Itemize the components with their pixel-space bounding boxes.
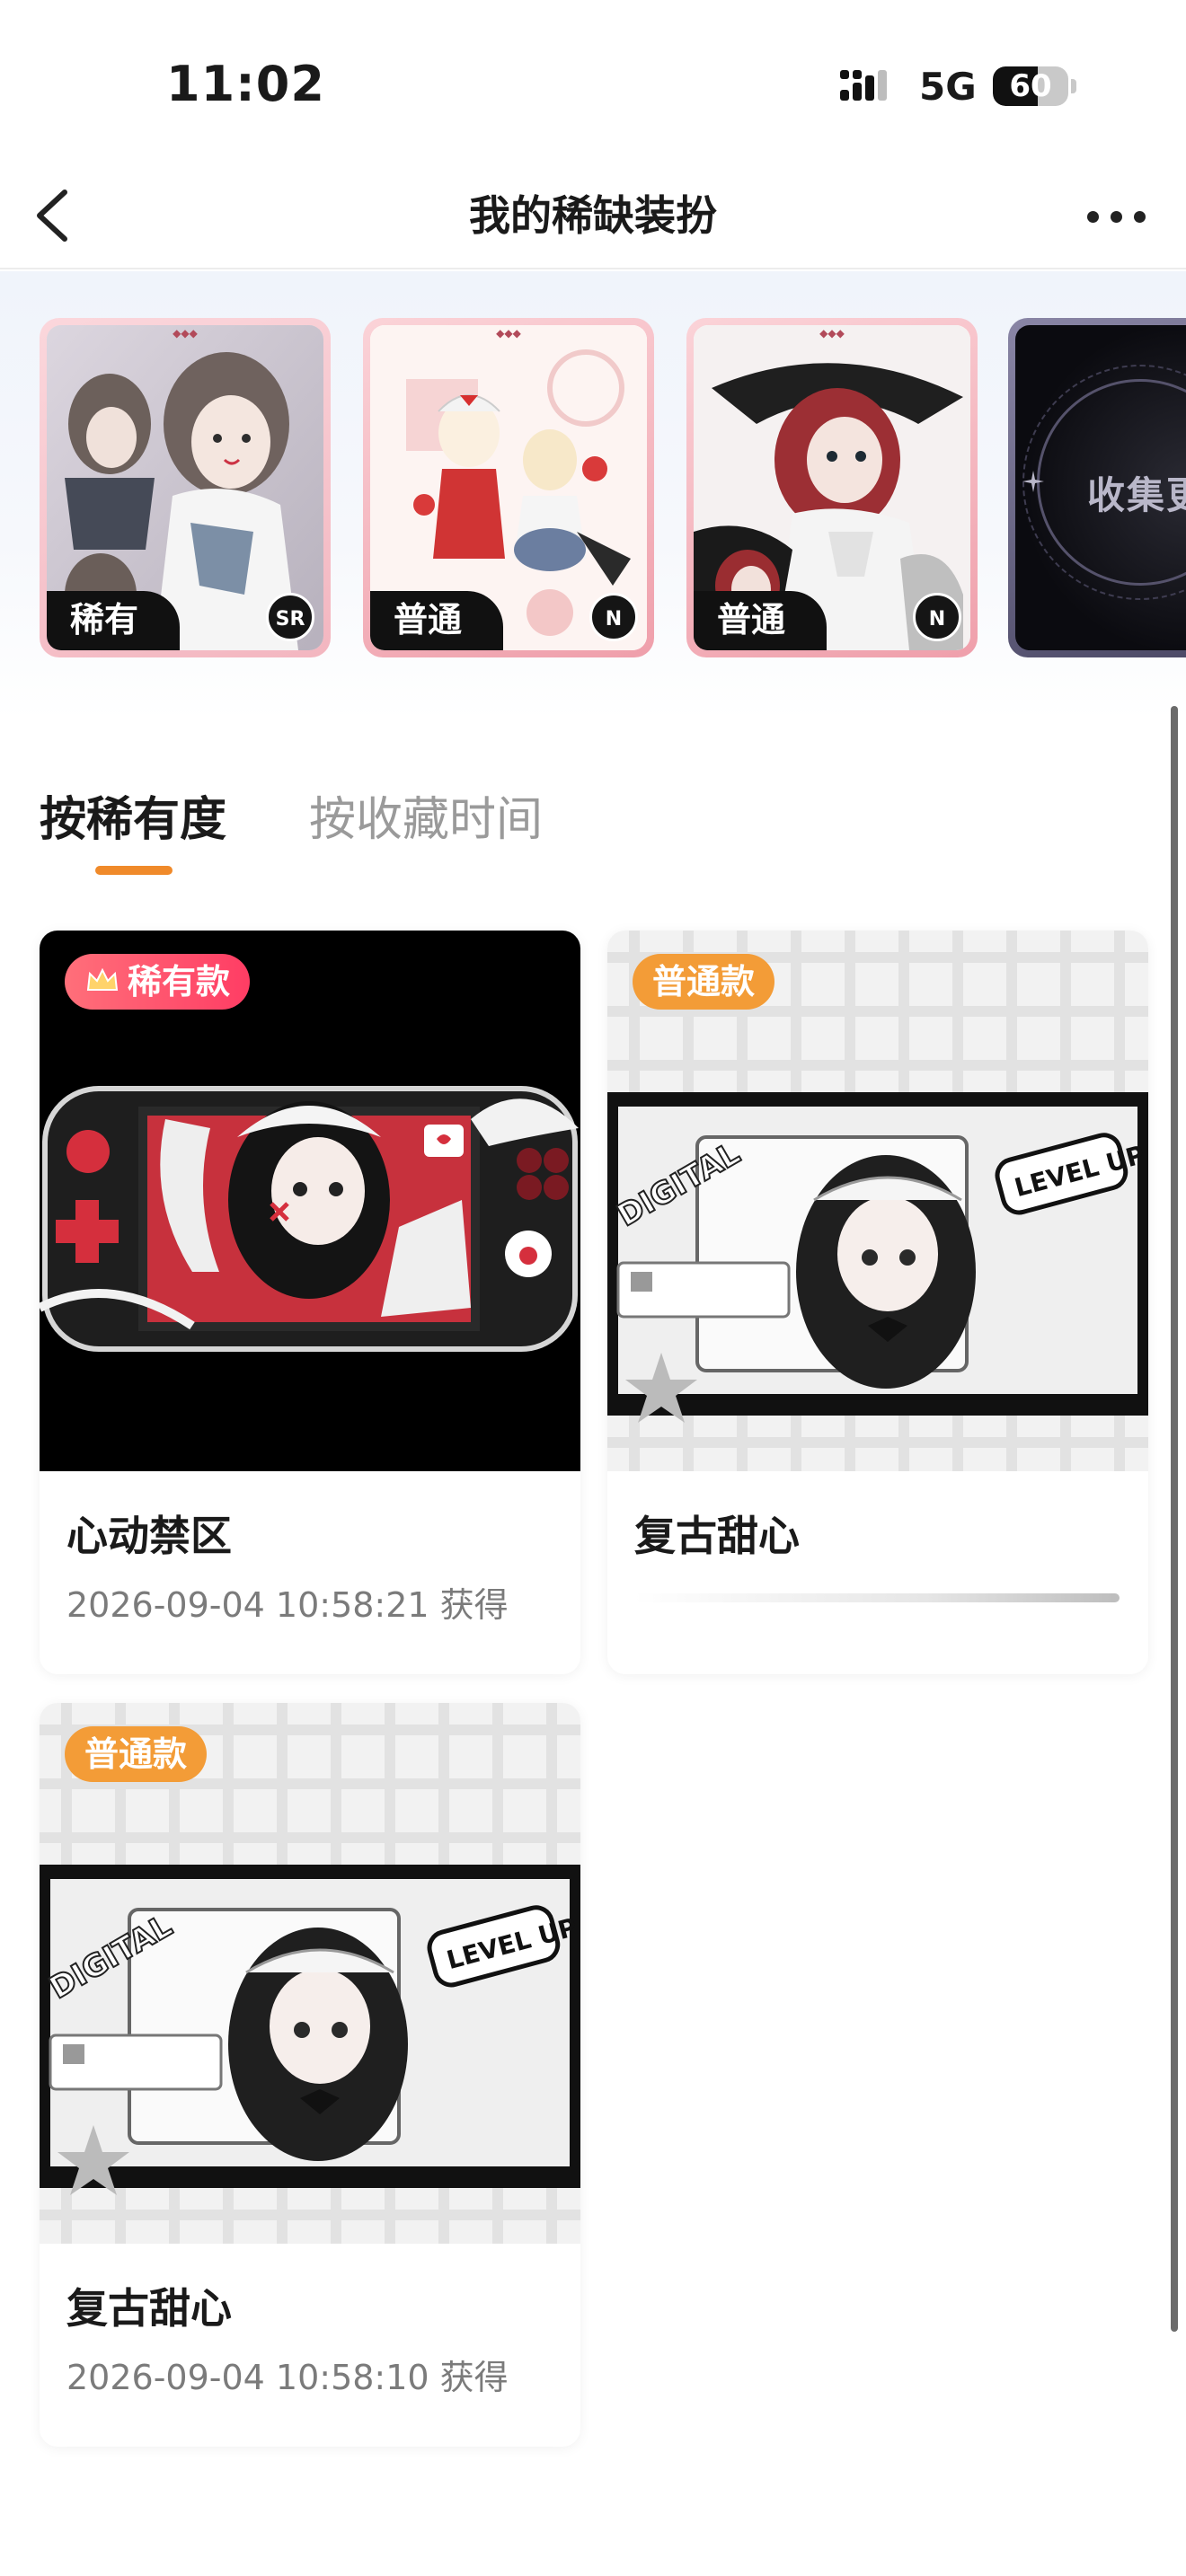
crown-icon: [86, 967, 119, 991]
outfit-name: 复古甜心: [634, 1512, 800, 1560]
carousel-card[interactable]: ◆◆◆ 普通 N: [686, 318, 978, 657]
outfit-thumbnail-image: LEVEL UP DIGITAL: [607, 931, 1148, 1471]
acquired-date: 2026-09-04 10:58:10 获得: [66, 2358, 509, 2397]
network-type: 5G: [919, 65, 977, 109]
rarity-label: 普通: [370, 591, 503, 650]
status-time: 11:02: [166, 56, 325, 112]
more-options-icon[interactable]: [1078, 190, 1154, 241]
collect-more-card[interactable]: 收集更: [1008, 318, 1186, 657]
rarity-tag: 普通款: [65, 1726, 208, 1782]
scrollbar[interactable]: [1171, 706, 1178, 2332]
rarity-badge: N: [589, 593, 638, 641]
tab-by-rarity[interactable]: 按稀有度: [40, 781, 226, 849]
collect-more-label: 收集更: [1087, 473, 1186, 517]
outfit-item[interactable]: 稀有款 心动禁区 2026-09-04 10:58:21 获得: [40, 931, 580, 1674]
carousel-card[interactable]: ◆◆◆ 普通 N: [363, 318, 654, 657]
outfit-thumbnail-image: [40, 931, 580, 1471]
outfit-item[interactable]: LEVEL UP DIGITAL 普通款 复古甜心 2026-09-04 10:…: [40, 1703, 580, 2447]
outfit-name: 复古甜心: [66, 2284, 232, 2333]
sparkle-icon: [1022, 471, 1044, 492]
outfit-thumbnail-image: LEVEL UP DIGITAL: [40, 1703, 580, 2244]
loading-placeholder: [634, 1593, 1120, 1602]
back-arrow-icon[interactable]: [23, 181, 88, 250]
card-header-mark: ◆◆◆: [819, 327, 845, 340]
rarity-tag: 普通款: [633, 954, 775, 1010]
rarity-tag: 稀有款: [65, 954, 251, 1010]
active-tab-indicator: [95, 866, 173, 875]
outfit-name: 心动禁区: [66, 1512, 232, 1560]
rarity-tag-label: 稀有款: [128, 962, 231, 1001]
battery-icon: 60: [993, 66, 1076, 106]
tab-by-collect-time[interactable]: 按收藏时间: [309, 781, 543, 849]
card-header-mark: ◆◆◆: [173, 327, 198, 340]
battery-level: 60: [1009, 68, 1052, 104]
page-title: 我的稀缺装扮: [469, 191, 717, 240]
rarity-badge: SR: [266, 593, 314, 641]
outfit-carousel[interactable]: ◆◆◆ 稀有 SR ◆◆◆ 普通 N ◆◆◆ 普通 N 收集: [0, 271, 1186, 720]
acquired-date: 2026-09-04 10:58:21 获得: [66, 1585, 509, 1625]
rarity-label: 稀有: [47, 591, 180, 650]
card-header-mark: ◆◆◆: [496, 327, 521, 340]
carousel-card[interactable]: ◆◆◆ 稀有 SR: [40, 318, 331, 657]
rarity-badge: N: [913, 593, 961, 641]
status-bar: 11:02 5G 60: [0, 0, 1186, 162]
sort-tabs: 按稀有度 按收藏时间: [0, 772, 1186, 880]
outfit-item[interactable]: LEVEL UP DIGITAL 普通款 复古甜心: [607, 931, 1148, 1674]
cellular-signal-icon: [840, 70, 887, 101]
nav-bar: 我的稀缺装扮: [0, 162, 1186, 269]
rarity-label: 普通: [694, 591, 827, 650]
